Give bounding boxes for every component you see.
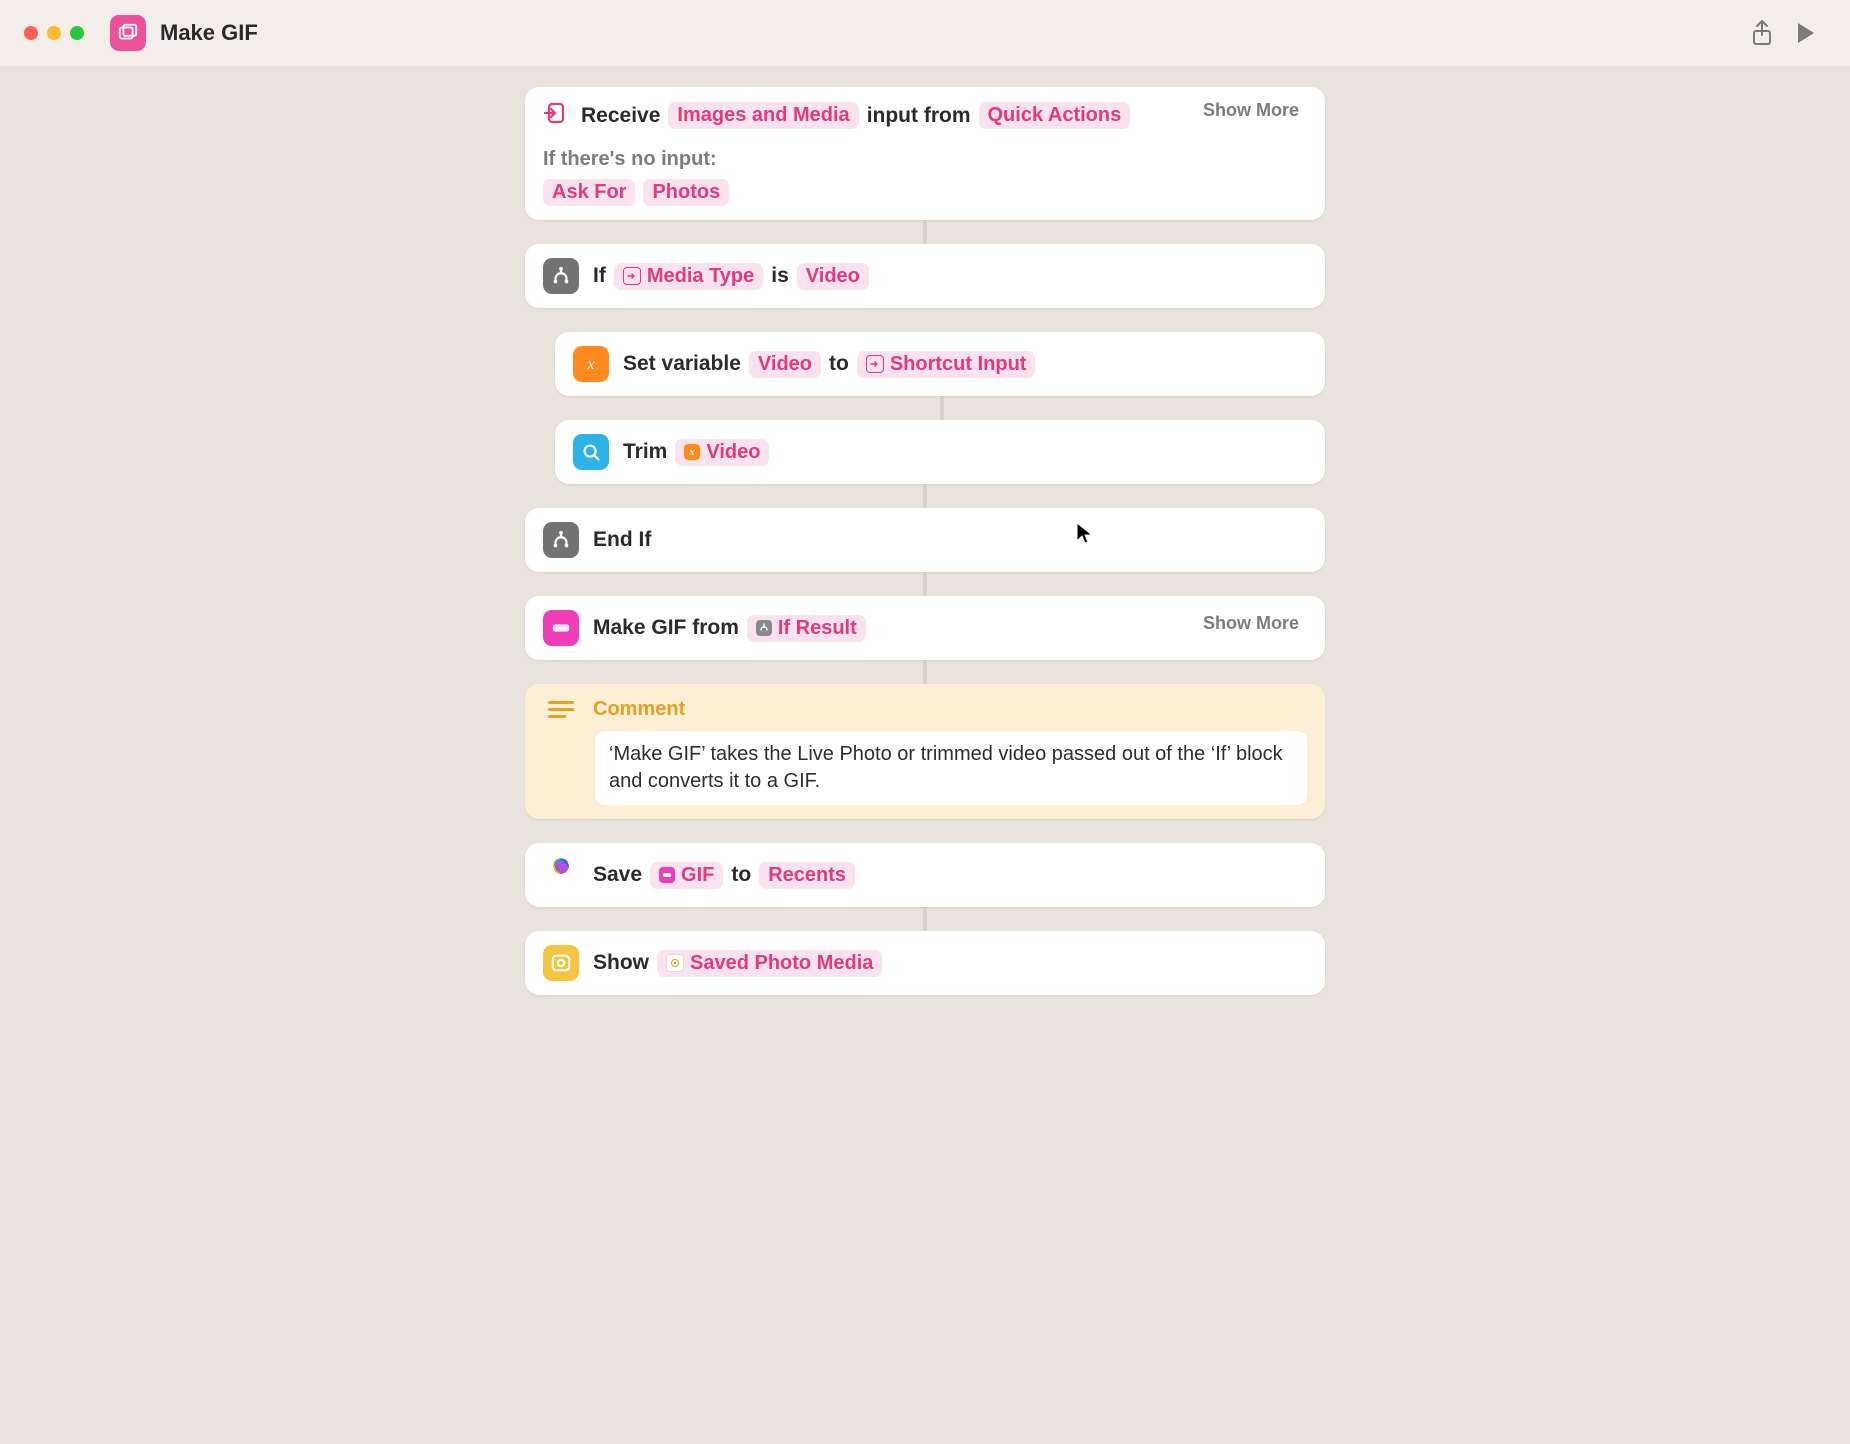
play-icon	[1794, 21, 1816, 45]
action-end-if[interactable]: End If	[525, 508, 1325, 572]
gif-icon	[543, 610, 579, 646]
comment-title: Comment	[593, 698, 685, 721]
if-variable-token[interactable]: Media Type	[614, 263, 763, 290]
action-receive-input[interactable]: Show More Receive Images and Media input…	[525, 87, 1325, 220]
connector	[923, 907, 927, 931]
action-if[interactable]: If Media Type is Video	[525, 244, 1325, 308]
action-save[interactable]: Save GIF to Recents	[525, 843, 1325, 907]
minimize-window-button[interactable]	[47, 26, 61, 40]
share-button[interactable]	[1740, 13, 1784, 53]
run-button[interactable]	[1784, 15, 1826, 51]
action-make-gif[interactable]: Show More Make GIF from If Result	[525, 596, 1325, 660]
connector	[940, 396, 944, 420]
svg-text:x: x	[586, 356, 594, 373]
window-controls	[24, 26, 84, 40]
comment-body[interactable]: ‘Make GIF’ takes the Live Photo or trimm…	[595, 731, 1307, 805]
show-more-button[interactable]: Show More	[1197, 612, 1305, 635]
fallback-action-token[interactable]: Ask For	[543, 179, 635, 206]
receive-label: Receive	[581, 104, 660, 128]
gif-mini-icon	[659, 867, 675, 883]
connector	[923, 572, 927, 596]
setvar-name-token[interactable]: Video	[749, 351, 821, 378]
receive-mid: input from	[867, 104, 971, 128]
if-label: If	[593, 264, 606, 288]
trim-label: Trim	[623, 440, 667, 464]
photos-app-icon	[543, 857, 579, 893]
share-icon	[1750, 19, 1774, 47]
window-title: Make GIF	[160, 20, 258, 46]
photos-mini-icon	[666, 954, 684, 972]
no-input-label: If there's no input:	[543, 148, 1307, 171]
input-mini-icon	[866, 355, 884, 373]
setvar-value-token[interactable]: Shortcut Input	[857, 351, 1036, 378]
save-dest-token[interactable]: Recents	[759, 862, 855, 889]
x-mini-icon: x	[684, 444, 700, 460]
quicklook-icon	[573, 434, 609, 470]
connector	[923, 220, 927, 244]
connector	[923, 484, 927, 508]
makegif-value-token[interactable]: If Result	[747, 615, 866, 642]
close-window-button[interactable]	[24, 26, 38, 40]
show-more-button[interactable]: Show More	[1197, 99, 1305, 122]
editor-canvas[interactable]: Show More Receive Images and Media input…	[0, 67, 1850, 1099]
branch-icon	[543, 522, 579, 558]
input-mini-icon	[623, 267, 641, 285]
input-arrow-icon	[543, 101, 567, 130]
setvar-prefix: Set variable	[623, 352, 741, 376]
input-source-token[interactable]: Quick Actions	[979, 102, 1131, 129]
branch-mini-icon	[756, 620, 772, 636]
comment-icon	[543, 699, 579, 721]
show-prefix: Show	[593, 951, 649, 975]
shortcut-icon	[110, 15, 146, 51]
fallback-value-token[interactable]: Photos	[643, 179, 729, 206]
zoom-window-button[interactable]	[70, 26, 84, 40]
show-value-token[interactable]: Saved Photo Media	[657, 950, 882, 977]
makegif-prefix: Make GIF from	[593, 616, 739, 640]
endif-label: End If	[593, 528, 651, 552]
trim-value-token[interactable]: x Video	[675, 439, 769, 466]
quicklook-icon	[543, 945, 579, 981]
if-op: is	[771, 264, 789, 288]
if-value-token[interactable]: Video	[797, 263, 869, 290]
action-trim[interactable]: Trim x Video	[555, 420, 1325, 484]
input-type-token[interactable]: Images and Media	[668, 102, 858, 129]
branch-icon	[543, 258, 579, 294]
action-comment[interactable]: Comment ‘Make GIF’ takes the Live Photo …	[525, 684, 1325, 819]
titlebar: Make GIF	[0, 0, 1850, 67]
save-mid: to	[731, 863, 751, 887]
save-value-token[interactable]: GIF	[650, 862, 723, 889]
action-show[interactable]: Show Saved Photo Media	[525, 931, 1325, 995]
svg-text:x: x	[689, 447, 695, 457]
action-set-variable[interactable]: x Set variable Video to Shortcut Input	[555, 332, 1325, 396]
connector	[923, 660, 927, 684]
save-prefix: Save	[593, 863, 642, 887]
setvar-mid: to	[829, 352, 849, 376]
variable-icon: x	[573, 346, 609, 382]
